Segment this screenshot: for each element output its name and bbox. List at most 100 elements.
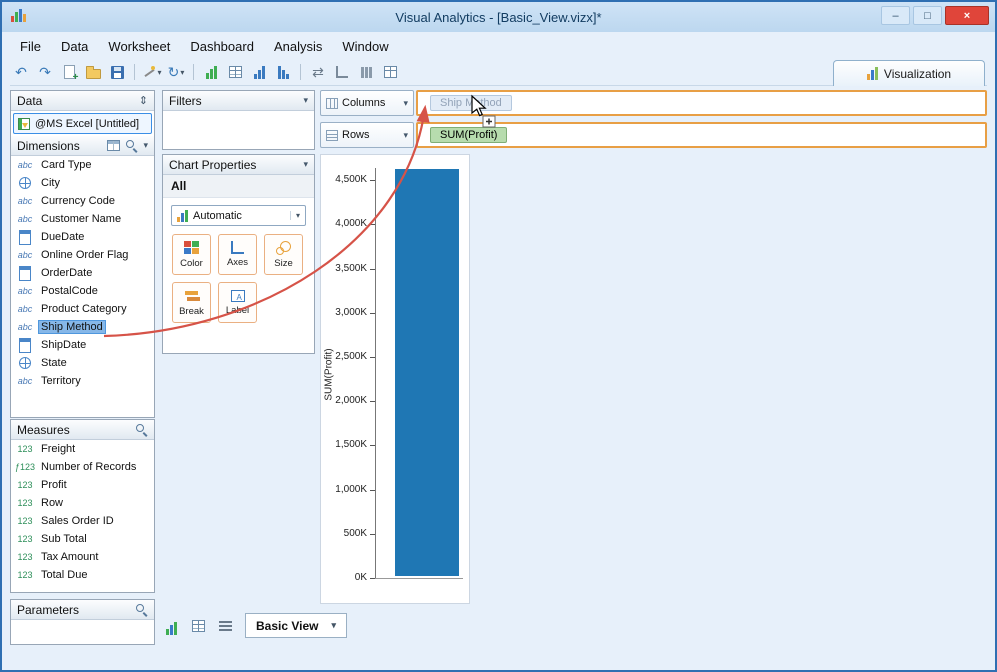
connect-data-button[interactable]: ▾	[141, 61, 163, 83]
dimension-item[interactable]: City	[11, 174, 154, 192]
rows-shelf[interactable]: SUM(Profit)	[416, 122, 987, 148]
menu-item-window[interactable]: Window	[332, 36, 398, 57]
sort-descending-button[interactable]	[272, 61, 294, 83]
measure-item[interactable]: Sub Total	[11, 530, 154, 548]
data-panel-header[interactable]: Data ⇕	[11, 91, 154, 111]
chevron-down-icon[interactable]: ▾	[303, 159, 308, 170]
menu-item-file[interactable]: File	[10, 36, 51, 57]
globe-icon	[14, 177, 36, 189]
search-icon[interactable]	[135, 603, 148, 616]
y-tick-label: 2,000K	[335, 395, 367, 407]
profit-bar[interactable]	[395, 169, 459, 576]
matrix-button[interactable]	[379, 61, 401, 83]
dimension-label: DueDate	[41, 231, 85, 243]
chart-prop-button-label[interactable]: Label	[218, 282, 257, 323]
dimension-item[interactable]: Product Category	[11, 300, 154, 318]
tab-basic-view[interactable]: Basic View ▾	[245, 613, 348, 638]
filters-header[interactable]: Filters ▾	[163, 91, 314, 111]
measure-item[interactable]: Sales Order ID	[11, 512, 154, 530]
tab-visualization[interactable]: Visualization	[833, 60, 985, 86]
abc-icon	[14, 376, 36, 386]
dimension-item[interactable]: Ship Method	[11, 318, 154, 336]
chart-prop-button-size[interactable]: Size	[264, 234, 303, 275]
measure-item[interactable]: Profit	[11, 476, 154, 494]
search-icon[interactable]	[125, 139, 138, 152]
undo-button[interactable]: ↶	[10, 61, 32, 83]
fit-axes-button[interactable]	[331, 61, 353, 83]
measure-item[interactable]: Row	[11, 494, 154, 512]
dimension-item[interactable]: Card Type	[11, 156, 154, 174]
save-button[interactable]	[106, 61, 128, 83]
new-worksheet-button[interactable]	[58, 61, 80, 83]
maximize-button[interactable]: □	[913, 6, 942, 25]
dimension-item[interactable]: State	[11, 354, 154, 372]
table-view-icon[interactable]	[107, 140, 121, 151]
dimension-item[interactable]: OrderDate	[11, 264, 154, 282]
new-worksheet-tab-button[interactable]	[162, 617, 180, 635]
new-worksheet-icon	[165, 621, 177, 635]
y-tick-label: 0K	[354, 572, 367, 583]
toolbar-separator	[134, 64, 135, 80]
chevron-down-icon[interactable]: ▾	[403, 130, 408, 141]
open-button[interactable]	[82, 61, 104, 83]
dimension-label: City	[41, 177, 60, 189]
123-icon	[14, 480, 36, 490]
dimensions-header[interactable]: Dimensions ▾	[11, 136, 154, 156]
chevron-down-icon[interactable]: ▾	[403, 98, 408, 109]
menu-item-analysis[interactable]: Analysis	[264, 36, 332, 57]
menu-item-dashboard[interactable]: Dashboard	[180, 36, 264, 57]
chart-prop-button-color[interactable]: Color	[172, 234, 211, 275]
columns-shelf-label[interactable]: Columns ▾	[320, 90, 414, 116]
redo-button[interactable]: ↷	[34, 61, 56, 83]
chevron-down-icon[interactable]: ▾	[331, 620, 336, 631]
y-tick-label: 3,000K	[335, 306, 367, 318]
search-icon[interactable]	[135, 423, 148, 436]
dimension-item[interactable]: DueDate	[11, 228, 154, 246]
chart-canvas[interactable]: SUM(Profit) 0K 500K 1,000K 1,500K 2,000K 2,50…	[320, 154, 470, 604]
level-button[interactable]	[355, 61, 377, 83]
add-chart-button[interactable]	[200, 61, 222, 83]
dimension-item[interactable]: PostalCode	[11, 282, 154, 300]
123-icon	[14, 444, 36, 454]
new-crosstab-tab-button[interactable]	[189, 617, 207, 635]
filters-title: Filters	[169, 93, 202, 108]
dimension-item[interactable]: Territory	[11, 372, 154, 390]
measure-item[interactable]: Total Due	[11, 566, 154, 584]
chevron-down-icon[interactable]: ▾	[143, 140, 148, 151]
title-bar[interactable]: Visual Analytics - [Basic_View.vizx]* – …	[2, 2, 995, 32]
chevron-down-icon[interactable]: ▾	[303, 95, 308, 106]
dimension-item[interactable]: ShipDate	[11, 336, 154, 354]
dimension-item[interactable]: Currency Code	[11, 192, 154, 210]
add-chart-icon	[205, 65, 217, 79]
dimension-item[interactable]: Customer Name	[11, 210, 154, 228]
minimize-button[interactable]: –	[881, 6, 910, 25]
columns-shelf[interactable]: Ship Method	[416, 90, 987, 116]
columns-pill-ship-method[interactable]: Ship Method	[430, 95, 512, 111]
y-tick-label: 2,500K	[335, 350, 367, 362]
color-icon	[183, 240, 191, 247]
measures-header[interactable]: Measures	[11, 420, 154, 440]
menu-item-data[interactable]: Data	[51, 36, 98, 57]
chart-prop-button-break[interactable]: Break	[172, 282, 211, 323]
measure-item[interactable]: Tax Amount	[11, 548, 154, 566]
rows-shelf-label[interactable]: Rows ▾	[320, 122, 414, 148]
measure-item[interactable]: Freight	[11, 440, 154, 458]
add-crosstab-button[interactable]	[224, 61, 246, 83]
rows-pill-sum-profit[interactable]: SUM(Profit)	[430, 127, 508, 143]
menu-item-worksheet[interactable]: Worksheet	[98, 36, 180, 57]
dimension-item[interactable]: Online Order Flag	[11, 246, 154, 264]
worksheet-list-button[interactable]	[216, 617, 234, 635]
parameters-header[interactable]: Parameters	[11, 600, 154, 620]
chart-prop-button-axes[interactable]: Axes	[218, 234, 257, 275]
abc-icon	[14, 160, 36, 170]
close-button[interactable]: ×	[945, 6, 989, 25]
chart-type-select[interactable]: Automatic ▾	[171, 205, 306, 226]
break-icon	[184, 289, 200, 303]
data-source-item[interactable]: @MS Excel [Untitled]	[13, 113, 152, 134]
collapse-expand-icon[interactable]: ⇕	[139, 94, 148, 107]
refresh-button[interactable]: ↻ ▾	[165, 61, 187, 83]
chart-properties-header[interactable]: Chart Properties ▾	[163, 155, 314, 175]
measure-item[interactable]: Number of Records	[11, 458, 154, 476]
swap-axes-button[interactable]: ⇄	[307, 61, 329, 83]
sort-ascending-button[interactable]	[248, 61, 270, 83]
